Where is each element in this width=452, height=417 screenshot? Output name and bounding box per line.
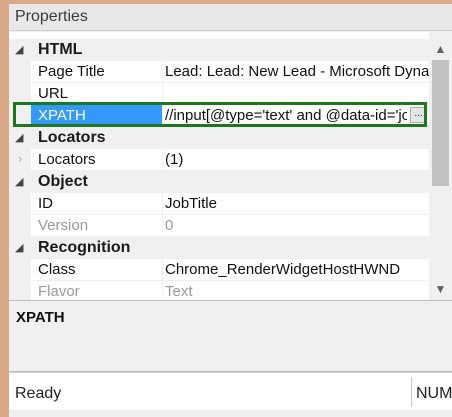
property-row-page-title[interactable]: Page Title Lead: Lead: New Lead - Micros…: [9, 61, 429, 83]
property-name: Class: [38, 261, 76, 278]
property-value: 0: [165, 217, 174, 234]
panel-header: Properties: [9, 4, 452, 31]
scroll-down-icon[interactable]: ▼: [429, 280, 452, 298]
category-label: Locators: [38, 129, 106, 146]
panel-title: Properties: [15, 8, 88, 25]
property-row-flavor[interactable]: Flavor Text: [9, 281, 429, 300]
expand-arrow-icon[interactable]: ›: [18, 151, 22, 167]
property-name: URL: [38, 85, 69, 102]
property-name: ID: [38, 195, 53, 212]
xpath-value-field[interactable]: //input[@type='text' and @data-id='jobti…: [163, 105, 429, 127]
collapse-arrow-icon[interactable]: ◢: [15, 174, 23, 190]
category-html[interactable]: ◢ HTML: [9, 39, 429, 61]
category-locators[interactable]: ◢ Locators: [9, 127, 429, 149]
property-row-id[interactable]: ID JobTitle: [9, 193, 429, 215]
vertical-scrollbar[interactable]: ▲ ▼: [429, 32, 452, 300]
category-recognition[interactable]: ◢ Recognition: [9, 237, 429, 259]
property-name: Version: [38, 217, 89, 234]
collapse-arrow-icon[interactable]: ◢: [15, 130, 23, 146]
property-name: XPATH: [38, 107, 86, 124]
ellipsis-button[interactable]: ...: [410, 107, 427, 123]
category-label: HTML: [38, 41, 83, 58]
property-value: JobTitle: [165, 195, 217, 212]
description-title: XPATH: [16, 309, 65, 326]
bottom-border: [9, 410, 452, 417]
properties-window: Properties ◢ HTML Page Title Lead: Lead:…: [9, 4, 452, 417]
status-text: Ready: [15, 385, 62, 402]
collapse-arrow-icon[interactable]: ◢: [15, 42, 23, 58]
property-grid: ◢ HTML Page Title Lead: Lead: New Lead -…: [9, 32, 429, 300]
property-value: Chrome_RenderWidgetHostHWND: [165, 261, 401, 278]
scrollbar-thumb[interactable]: [432, 60, 449, 186]
num-lock-indicator: NUM: [416, 385, 452, 402]
property-value: //input[@type='text' and @data-id='jobti…: [165, 107, 407, 124]
property-value: (1): [165, 151, 184, 168]
property-name: Flavor: [38, 283, 80, 300]
description-pane: XPATH: [9, 304, 452, 372]
property-row-xpath[interactable]: XPATH //input[@type='text' and @data-id=…: [9, 105, 429, 127]
scroll-up-icon[interactable]: ▲: [429, 40, 452, 58]
property-row-version[interactable]: Version 0: [9, 215, 429, 237]
collapse-arrow-icon[interactable]: ◢: [15, 240, 23, 256]
property-value: Lead: Lead: New Lead - Microsoft Dynamic…: [165, 63, 429, 80]
property-row-url[interactable]: URL: [9, 83, 429, 105]
category-label: Recognition: [38, 239, 131, 256]
status-divider: [411, 377, 412, 407]
category-object[interactable]: ◢ Object: [9, 171, 429, 193]
property-name: Page Title: [38, 63, 105, 80]
property-row-locators[interactable]: › Locators (1): [9, 149, 429, 171]
status-bar: Ready NUM: [9, 372, 452, 410]
category-label: Object: [38, 173, 88, 190]
property-value: Text: [165, 283, 193, 300]
property-name: Locators: [38, 151, 96, 168]
property-row-class[interactable]: Class Chrome_RenderWidgetHostHWND: [9, 259, 429, 281]
